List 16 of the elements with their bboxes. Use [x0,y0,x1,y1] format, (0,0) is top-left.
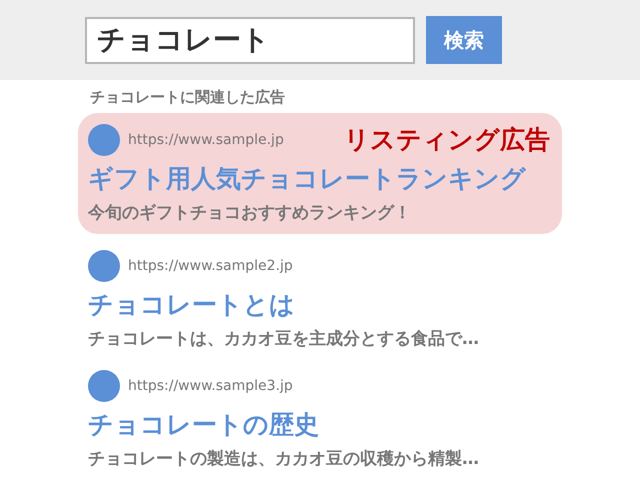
ad-label: リスティング広告 [344,124,550,156]
ads-heading: チョコレートに関連した広告 [89,88,286,107]
site-icon [88,370,120,402]
result-snippet: チョコレートは、カカオ豆を主成分とする食品で… [88,328,480,350]
result-title-link[interactable]: ギフト用人気チョコレートランキング [88,162,550,195]
result-url: https://www.sample.jp [128,132,285,148]
search-button[interactable]: 検索 [426,16,502,64]
result-url: https://www.sample3.jp [128,378,294,394]
result-snippet: 今旬のギフトチョコおすすめランキング！ [88,202,412,224]
result-url: https://www.sample2.jp [128,258,294,274]
result-title-link[interactable]: チョコレートとは [88,288,550,321]
result-snippet: チョコレートの製造は、カカオ豆の収穫から精製… [88,448,480,470]
search-field[interactable]: チョコレート [85,16,415,64]
result-title-link[interactable]: チョコレートの歴史 [88,408,550,441]
site-icon [88,124,120,156]
site-icon [88,250,120,282]
